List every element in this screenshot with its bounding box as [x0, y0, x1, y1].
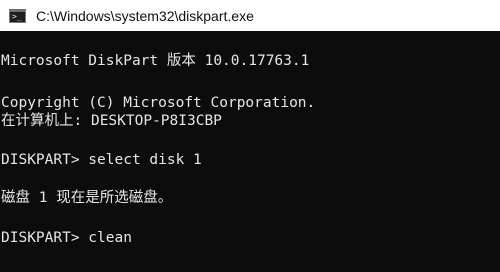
- console-line-version: Microsoft DiskPart 版本 10.0.17763.1: [1, 53, 310, 69]
- title-bar[interactable]: >_ C:\Windows\system32\diskpart.exe: [0, 0, 500, 31]
- console-window: >_ C:\Windows\system32\diskpart.exe Micr…: [0, 0, 500, 272]
- console-line-command-select: DISKPART> select disk 1: [1, 152, 202, 168]
- console-output[interactable]: Microsoft DiskPart 版本 10.0.17763.1 Copyr…: [0, 31, 500, 272]
- console-app-icon: >_: [9, 8, 26, 23]
- window-title: C:\Windows\system32\diskpart.exe: [36, 7, 254, 24]
- console-line-command-clean: DISKPART> clean: [1, 230, 132, 246]
- console-line-copyright: Copyright (C) Microsoft Corporation.: [1, 95, 316, 111]
- console-line-selected-message: 磁盘 1 现在是所选磁盘。: [1, 190, 173, 206]
- console-line-computer: 在计算机上: DESKTOP-P8I3CBP: [1, 113, 222, 129]
